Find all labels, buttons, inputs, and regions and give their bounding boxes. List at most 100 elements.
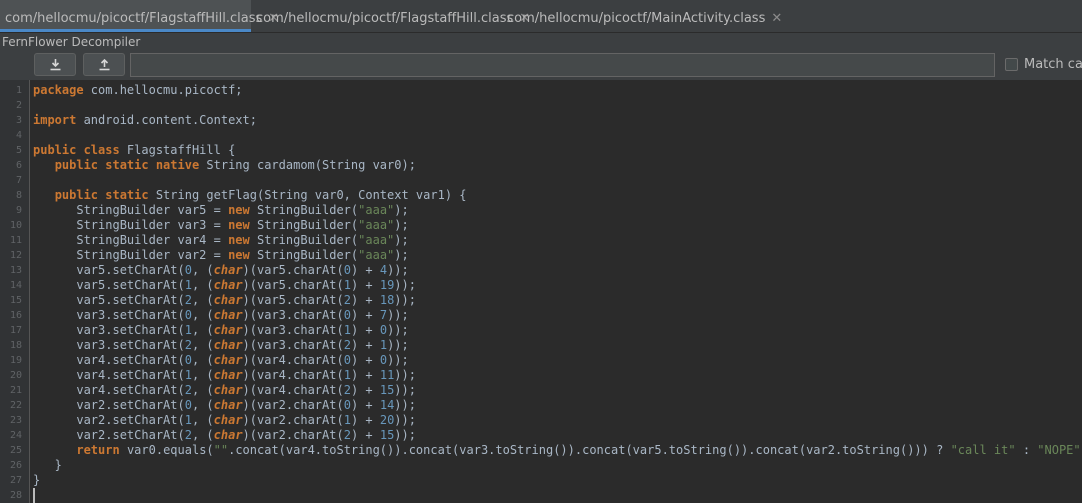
code-token: 2 (343, 428, 351, 442)
line-number: 23 (9, 415, 22, 426)
code-token: StringBuilder var5 = (33, 203, 229, 217)
code-token: , ( (191, 323, 214, 337)
line-number: 20 (9, 370, 22, 381)
code-token: ); (394, 203, 409, 217)
code-token: "aaa" (358, 203, 395, 217)
code-token: , ( (191, 398, 214, 412)
code-token: 2 (343, 338, 351, 352)
code-token: 2 (184, 293, 192, 307)
tab-flagstaffhill-2[interactable]: com/hellocmu/picoctf/FlagstaffHill.class… (256, 0, 530, 32)
code-token: , ( (191, 413, 214, 427)
code-token: char (213, 428, 243, 442)
code-token: ) + (350, 293, 380, 307)
line-number: 11 (9, 235, 22, 246)
code-token: , ( (191, 428, 214, 442)
code-token: )(var2.charAt( (242, 428, 344, 442)
code-text: package com.hellocmu.picoctf; (33, 83, 243, 98)
upload-button[interactable] (83, 53, 125, 76)
code-token: ) + (350, 413, 380, 427)
code-token: android.content.Context; (76, 113, 257, 127)
code-token: StringBuilder( (249, 218, 359, 232)
code-token: var3.setCharAt( (33, 338, 185, 352)
code-token: new (228, 203, 250, 217)
code-token: 0 (343, 398, 351, 412)
code-token: var5.setCharAt( (33, 263, 185, 277)
code-token: )(var2.charAt( (242, 413, 344, 427)
code-token: String cardamom(String var0); (199, 158, 416, 172)
code-token: package (33, 83, 84, 97)
line-number: 1 (15, 85, 22, 96)
code-token: var2.setCharAt( (33, 413, 185, 427)
code-token: FlagstaffHill { (119, 143, 236, 157)
code-token: StringBuilder( (249, 233, 359, 247)
code-token: var3.setCharAt( (33, 308, 185, 322)
code-text: StringBuilder var3 = new StringBuilder("… (33, 218, 408, 233)
code-token: )(var3.charAt( (242, 308, 344, 322)
code-token: char (213, 338, 243, 352)
code-token: char (213, 353, 243, 367)
code-token: new (228, 248, 250, 262)
code-token: char (213, 293, 243, 307)
code-token: )); (387, 338, 409, 352)
code-editor[interactable]: 1 package com.hellocmu.picoctf; 2 3 import a… (0, 80, 1082, 503)
code-token: 0 (379, 323, 388, 337)
code-token: import (33, 113, 77, 127)
code-token: 0 (184, 263, 192, 277)
tab-mainactivity[interactable]: com/hellocmu/picoctf/MainActivity.class ✕ (507, 0, 782, 32)
code-token: )(var4.charAt( (242, 383, 344, 397)
code-token: ) + (350, 338, 380, 352)
code-token: 4 (379, 263, 388, 277)
download-button[interactable] (34, 53, 76, 76)
line-number: 24 (9, 430, 22, 441)
code-token: StringBuilder var2 = (33, 248, 229, 262)
code-token: 1 (184, 278, 192, 292)
code-text: var3.setCharAt(0, (char)(var3.charAt(0) … (33, 308, 408, 323)
code-token: ) + (350, 263, 380, 277)
code-token: 15 (379, 428, 395, 442)
code-token: 1 (184, 368, 192, 382)
code-text: var5.setCharAt(2, (char)(var5.charAt(2) … (33, 293, 416, 308)
code-token: 2 (343, 293, 351, 307)
search-input[interactable] (130, 53, 995, 77)
code-token: char (213, 308, 243, 322)
code-token: , ( (191, 353, 214, 367)
code-token: "aaa" (358, 233, 395, 247)
code-token: ) + (350, 278, 380, 292)
match-case-checkbox[interactable] (1005, 58, 1018, 71)
code-text: } (33, 473, 40, 488)
code-token: StringBuilder( (249, 203, 359, 217)
active-tab-indicator (0, 29, 251, 32)
line-number: 28 (9, 490, 22, 501)
code-token: var4.setCharAt( (33, 383, 185, 397)
code-token: 1 (184, 413, 192, 427)
code-token: , ( (191, 338, 214, 352)
code-token: , ( (191, 308, 214, 322)
code-text: var2.setCharAt(2, (char)(var2.charAt(2) … (33, 428, 416, 443)
code-token: , ( (191, 278, 214, 292)
code-token: .concat(var4.toString()).concat(var3.toS… (228, 443, 951, 457)
code-token: ) + (350, 428, 380, 442)
tab-flagstaffhill-1[interactable]: com/hellocmu/picoctf/FlagstaffHill.class… (0, 0, 279, 32)
code-token: 1 (379, 338, 388, 352)
code-token: : (1015, 443, 1038, 457)
line-number: 12 (9, 250, 22, 261)
code-token: } (33, 473, 41, 487)
code-token: 1 (343, 323, 351, 337)
code-token: 1 (343, 413, 351, 427)
code-token: public static (54, 188, 149, 202)
code-token: char (213, 263, 243, 277)
upload-icon (99, 58, 110, 71)
code-token: )(var5.charAt( (242, 293, 344, 307)
line-number: 27 (9, 475, 22, 486)
code-text: var4.setCharAt(2, (char)(var4.charAt(2) … (33, 383, 416, 398)
code-token: var3.setCharAt( (33, 323, 185, 337)
code-token: public class (33, 143, 120, 157)
code-token: 0 (343, 353, 351, 367)
code-token: 0 (184, 353, 192, 367)
code-text: StringBuilder var2 = new StringBuilder("… (33, 248, 408, 263)
code-text: } (33, 458, 62, 473)
code-token: )(var3.charAt( (242, 338, 344, 352)
code-token: ) + (350, 368, 380, 382)
code-token: )); (387, 353, 409, 367)
